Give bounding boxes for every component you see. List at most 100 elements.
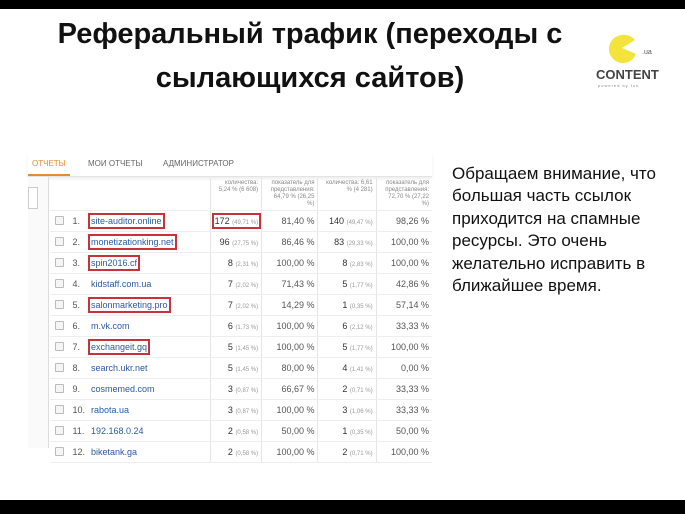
table-row: 7. exchangeit.gq 5 (1,45 %) 100,00 % 5 (… <box>50 336 432 358</box>
users-percent: (1,77 %) <box>349 346 373 352</box>
sessions-value: 5 <box>227 363 233 373</box>
referral-table: количества: 5,24 % (6 608) показатель дл… <box>50 178 432 463</box>
rate-value: 80,00 % <box>261 357 318 379</box>
users-percent: (49,47 %) <box>346 220 373 226</box>
sessions-value: 3 <box>227 384 233 394</box>
row-number: 12. <box>69 441 88 463</box>
sessions-percent: (0,87 %) <box>235 409 259 415</box>
table-row: 9. cosmemed.com 3 (0,87 %) 66,67 % 2 (0,… <box>50 378 432 400</box>
row-checkbox[interactable] <box>55 341 65 351</box>
sidebar <box>28 177 49 448</box>
content-logo: .ua CONTENT powered by fun <box>592 30 672 90</box>
tab-my-reports[interactable]: МОИ ОТЧЕТЫ <box>88 159 143 168</box>
row-checkbox[interactable] <box>55 362 65 372</box>
sessions-value: 2 <box>227 426 233 436</box>
table-row: 6. m.vk.com 6 (1,73 %) 100,00 % 6 (2,12 … <box>50 315 432 337</box>
sessions-percent: (0,58 %) <box>235 430 259 436</box>
row-checkbox[interactable] <box>55 320 65 330</box>
note-text: Обращаем внимание, что большая часть ссы… <box>452 164 656 296</box>
sessions-percent: (2,02 %) <box>235 304 259 310</box>
domain-link[interactable]: spin2016.cf <box>87 255 141 271</box>
domain-link[interactable]: salonmarketing.pro <box>88 297 171 313</box>
row-number: 2. <box>69 231 88 253</box>
domain-link[interactable]: site-auditor.online <box>88 213 165 229</box>
row-number: 9. <box>69 378 88 400</box>
row-checkbox[interactable] <box>55 278 65 288</box>
sessions-value: 172 <box>214 216 230 226</box>
table-row: 11. 192.168.0.24 2 (0,58 %) 50,00 % 1 (0… <box>50 420 432 442</box>
sessions-percent: (1,73 %) <box>235 325 259 331</box>
rate-value-2: 33,33 % <box>375 378 432 400</box>
rate-value-2: 42,86 % <box>375 273 432 295</box>
users-value: 5 <box>342 279 348 289</box>
table-row: 3. spin2016.cf 8 (2,31 %) 100,00 % 8 (2,… <box>50 252 432 274</box>
users-percent: (29,33 %) <box>346 241 373 247</box>
tab-reports[interactable]: ОТЧЕТЫ <box>32 159 66 168</box>
domain-link[interactable]: monetizationking.net <box>88 234 177 250</box>
rate-value: 100,00 % <box>261 399 318 421</box>
row-number: 1. <box>69 210 88 232</box>
table-row: 1. site-auditor.online 172 (49,71 %) 81,… <box>50 210 432 232</box>
sessions-value: 2 <box>227 447 233 457</box>
rate-value: 100,00 % <box>261 441 318 463</box>
sessions-percent: (1,45 %) <box>235 367 259 373</box>
table-row: 12. biketank.ga 2 (0,58 %) 100,00 % 2 (0… <box>50 441 432 463</box>
users-value: 2 <box>342 447 348 457</box>
tabs: ОТЧЕТЫ МОИ ОТЧЕТЫ АДМИНИСТРАТОР <box>28 152 432 177</box>
header-sessions: количества: 5,24 % (6 608) <box>210 178 262 211</box>
row-checkbox[interactable] <box>55 236 65 246</box>
sessions-value: 7 <box>227 279 233 289</box>
domain-link[interactable]: search.ukr.net <box>91 363 148 373</box>
users-percent: (0,71 %) <box>349 451 373 457</box>
row-number: 6. <box>69 315 88 337</box>
users-percent: (0,71 %) <box>349 388 373 394</box>
row-checkbox[interactable] <box>55 425 65 435</box>
active-tab-indicator <box>28 174 70 176</box>
table-row: 5. salonmarketing.pro 7 (2,02 %) 14,29 %… <box>50 294 432 316</box>
sessions-value: 8 <box>227 258 233 268</box>
domain-link[interactable]: biketank.ga <box>91 447 137 457</box>
row-checkbox[interactable] <box>55 383 65 393</box>
bottom-bar <box>0 500 685 514</box>
sessions-value: 5 <box>227 342 233 352</box>
domain-link[interactable]: m.vk.com <box>91 321 130 331</box>
sessions-value: 7 <box>227 300 233 310</box>
users-percent: (0,35 %) <box>349 430 373 436</box>
row-checkbox[interactable] <box>55 299 65 309</box>
rate-value-2: 100,00 % <box>375 441 432 463</box>
row-number: 10. <box>69 399 88 421</box>
sessions-percent: (0,87 %) <box>235 388 259 394</box>
svg-text:.ua: .ua <box>642 49 652 56</box>
table-row: 10. rabota.ua 3 (0,87 %) 100,00 % 3 (1,0… <box>50 399 432 421</box>
sidebar-collapse[interactable] <box>28 187 38 209</box>
users-percent: (0,35 %) <box>349 304 373 310</box>
sessions-value: 6 <box>227 321 233 331</box>
domain-link[interactable]: cosmemed.com <box>91 384 155 394</box>
domain-link[interactable]: kidstaff.com.ua <box>91 279 151 289</box>
sessions-value: 3 <box>227 405 233 415</box>
users-value: 1 <box>342 300 348 310</box>
rate-value: 81,40 % <box>261 210 318 232</box>
svg-text:powered by fun: powered by fun <box>598 83 639 88</box>
users-value: 2 <box>342 384 348 394</box>
domain-link[interactable]: rabota.ua <box>91 405 129 415</box>
row-checkbox[interactable] <box>55 446 65 456</box>
users-value: 1 <box>342 426 348 436</box>
rate-value: 71,43 % <box>261 273 318 295</box>
tab-admin[interactable]: АДМИНИСТРАТОР <box>163 159 234 168</box>
users-value: 83 <box>334 237 345 247</box>
domain-link[interactable]: exchangeit.gq <box>87 339 151 355</box>
rate-value: 50,00 % <box>261 420 318 442</box>
row-checkbox[interactable] <box>55 215 65 225</box>
row-checkbox[interactable] <box>55 257 65 267</box>
row-number: 4. <box>69 273 88 295</box>
row-checkbox[interactable] <box>55 404 65 414</box>
rate-value: 100,00 % <box>261 336 318 358</box>
sessions-percent: (49,71 %) <box>232 220 259 226</box>
domain-link[interactable]: 192.168.0.24 <box>91 426 144 436</box>
users-value: 3 <box>342 405 348 415</box>
top-bar <box>0 0 685 9</box>
table-row: 8. search.ukr.net 5 (1,45 %) 80,00 % 4 (… <box>50 357 432 379</box>
rate-value-2: 100,00 % <box>375 231 432 253</box>
users-percent: (1,41 %) <box>349 367 373 373</box>
